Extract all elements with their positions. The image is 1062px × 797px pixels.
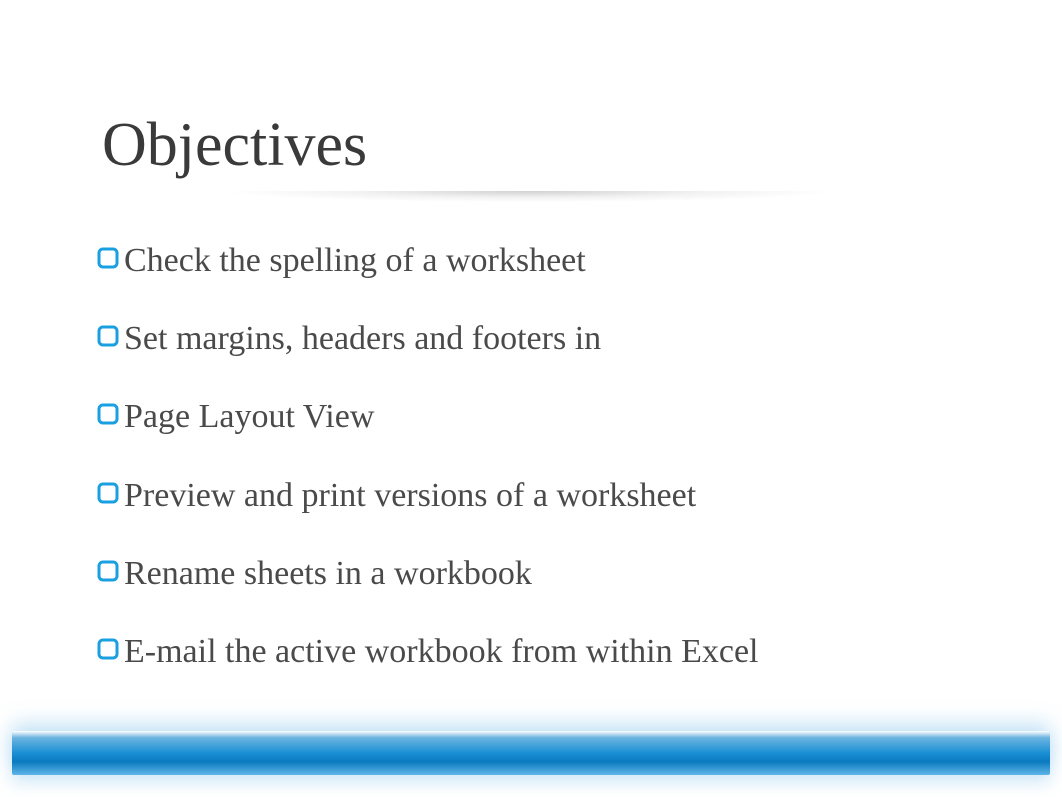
bullet-square-icon [96, 637, 120, 661]
list-item: Set margins, headers and footers in [96, 317, 972, 361]
slide-title: Objectives [102, 110, 972, 181]
title-divider [90, 191, 970, 207]
list-item: Check the spelling of a worksheet [96, 239, 972, 283]
bullet-label: Set margins, headers and footers in [124, 317, 601, 361]
footer-accent-bar [12, 731, 1050, 775]
list-item: Rename sheets in a workbook [96, 552, 972, 596]
bullet-label: Preview and print versions of a workshee… [124, 474, 696, 518]
bullet-label: Page Layout View [124, 395, 374, 439]
list-item: Preview and print versions of a workshee… [96, 474, 972, 518]
list-item: E-mail the active workbook from within E… [96, 630, 972, 674]
bullet-label: Check the spelling of a worksheet [124, 239, 586, 283]
bullet-square-icon [96, 246, 120, 270]
bullet-label: Rename sheets in a workbook [124, 552, 532, 596]
objectives-list: Check the spelling of a worksheet Set ma… [90, 239, 972, 674]
bullet-label: E-mail the active workbook from within E… [124, 630, 758, 674]
bullet-square-icon [96, 481, 120, 505]
list-item: Page Layout View [96, 395, 972, 439]
bullet-square-icon [96, 559, 120, 583]
slide-container: Objectives Check the spelling of a works… [0, 0, 1062, 797]
bullet-square-icon [96, 402, 120, 426]
bullet-square-icon [96, 324, 120, 348]
